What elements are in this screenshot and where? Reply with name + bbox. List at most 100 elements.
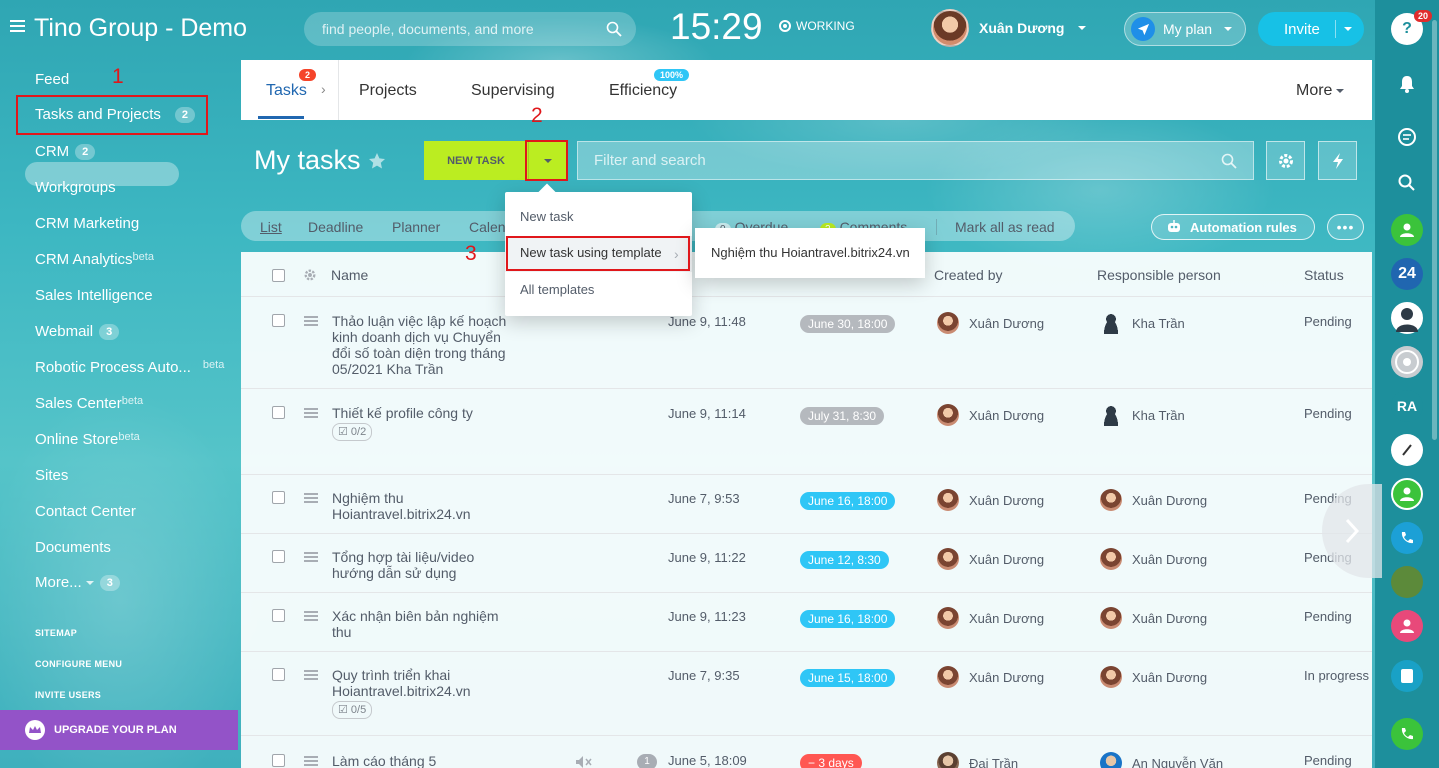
group-avatar-icon[interactable]: [1391, 346, 1423, 378]
column-created-by[interactable]: Created by: [934, 267, 1002, 283]
menu-item-sales-intelligence[interactable]: Sales Intelligence: [35, 287, 153, 304]
tab-tasks[interactable]: Tasks: [266, 82, 307, 100]
created-by[interactable]: Xuân Dương: [937, 312, 1044, 334]
view-list[interactable]: List: [260, 219, 282, 235]
task-name-block[interactable]: Thiết kế profile công ty ☑ 0/2: [332, 405, 517, 441]
menu-item-sales-center[interactable]: Sales Centerbeta: [35, 395, 143, 412]
drag-handle-icon[interactable]: [304, 408, 318, 418]
responsible-person[interactable]: Kha Trần: [1100, 404, 1185, 426]
my-plan-button[interactable]: My plan: [1124, 12, 1246, 46]
deadline-badge[interactable]: June 30, 18:00: [800, 315, 896, 333]
drag-handle-icon[interactable]: [304, 316, 318, 326]
table-row[interactable]: Xác nhận biên bản nghiệm thu June 9, 11:…: [241, 593, 1372, 652]
call-icon[interactable]: [1391, 718, 1423, 750]
pen-avatar-icon[interactable]: [1391, 434, 1423, 466]
menu-item-sites[interactable]: Sites: [35, 467, 68, 484]
responsible-person[interactable]: Xuân Dương: [1100, 666, 1207, 688]
contact-avatar-icon[interactable]: [1391, 478, 1423, 510]
menu-item-robotic-process-automation[interactable]: Robotic Process Auto... beta: [35, 359, 224, 376]
row-checkbox[interactable]: [272, 406, 285, 419]
responsible-person[interactable]: Kha Trần: [1100, 312, 1185, 334]
tab-efficiency[interactable]: Efficiency: [609, 82, 677, 100]
table-row[interactable]: Nghiệm thu Hoiantravel.bitrix24.vn June …: [241, 475, 1372, 534]
invite-button[interactable]: Invite: [1258, 12, 1364, 46]
row-checkbox[interactable]: [272, 314, 285, 327]
drag-handle-icon[interactable]: [304, 493, 318, 503]
filter-search[interactable]: [577, 141, 1254, 180]
search-icon[interactable]: [1221, 153, 1237, 169]
user-menu[interactable]: Xuân Dương: [931, 9, 1087, 47]
global-search-input[interactable]: [304, 12, 636, 46]
created-by[interactable]: Xuân Dương: [937, 404, 1044, 426]
menu-item-more[interactable]: More... 3: [35, 574, 120, 592]
contact-avatar-icon[interactable]: [1391, 214, 1423, 246]
search-icon[interactable]: [606, 21, 622, 37]
quick-actions-button[interactable]: [1318, 141, 1357, 180]
menu-item-feed[interactable]: Feed: [35, 71, 69, 88]
drag-handle-icon[interactable]: [304, 611, 318, 621]
template-item[interactable]: Nghiệm thu Hoiantravel.bitrix24.vn: [711, 245, 910, 260]
chat-icon[interactable]: [1391, 121, 1423, 153]
gear-icon[interactable]: [303, 268, 317, 282]
tab-projects[interactable]: Projects: [359, 82, 417, 100]
bell-icon[interactable]: [1391, 68, 1423, 100]
filter-search-input[interactable]: [578, 142, 1253, 179]
work-status[interactable]: WORKING: [779, 19, 855, 33]
configure-menu-link[interactable]: CONFIGURE MENU: [35, 659, 122, 669]
new-task-button[interactable]: NEW TASK: [424, 141, 528, 180]
settings-button[interactable]: [1266, 141, 1305, 180]
menu-item-contact-center[interactable]: Contact Center: [35, 503, 136, 520]
chevron-down-icon[interactable]: [1344, 27, 1352, 31]
user-avatar-icon[interactable]: [1391, 302, 1423, 334]
star-icon[interactable]: [367, 151, 387, 171]
menu-item-webmail[interactable]: Webmail 3: [35, 323, 120, 341]
menu-item-crm-marketing[interactable]: CRM Marketing: [35, 215, 139, 232]
row-checkbox[interactable]: [272, 668, 285, 681]
responsible-person[interactable]: Xuân Dương: [1100, 548, 1207, 570]
more-options-button[interactable]: •••: [1327, 214, 1364, 240]
task-name[interactable]: Quy trình triển khai Hoiantravel.bitrix2…: [332, 667, 492, 699]
deadline-badge[interactable]: July 31, 8:30: [800, 407, 885, 425]
menu-item-workgroups[interactable]: Workgroups: [35, 179, 116, 196]
row-checkbox[interactable]: [272, 491, 285, 504]
deadline-badge[interactable]: − 3 days: [800, 754, 862, 768]
upgrade-plan-button[interactable]: UPGRADE YOUR PLAN: [0, 710, 238, 750]
row-checkbox[interactable]: [272, 609, 285, 622]
view-deadline[interactable]: Deadline: [308, 219, 363, 235]
invite-users-link[interactable]: INVITE USERS: [35, 690, 101, 700]
menu-item-online-store[interactable]: Online Storebeta: [35, 431, 140, 448]
contact-avatar-icon[interactable]: [1391, 610, 1423, 642]
table-row[interactable]: Tổng hợp tài liệu/video hướng dẫn sử dụn…: [241, 534, 1372, 593]
table-row[interactable]: Làm cáo tháng 5 1 June 5, 18:09 − 3 days…: [241, 736, 1372, 768]
table-row[interactable]: Thảo luận việc lập kế hoạch kinh doanh d…: [241, 297, 1372, 389]
task-name[interactable]: Xác nhận biên bản nghiệm thu: [332, 608, 507, 640]
column-status[interactable]: Status: [1304, 267, 1344, 283]
automation-rules-button[interactable]: Automation rules: [1151, 214, 1315, 240]
deadline-badge[interactable]: June 16, 18:00: [800, 610, 896, 628]
task-name[interactable]: Làm cáo tháng 5: [332, 753, 517, 768]
menu-item-documents[interactable]: Documents: [35, 539, 111, 556]
task-name[interactable]: Tổng hợp tài liệu/video hướng dẫn sử dụn…: [332, 549, 492, 581]
portal-title[interactable]: Tino Group - Demo: [34, 14, 247, 43]
created-by[interactable]: Xuân Dương: [937, 489, 1044, 511]
deadline-badge[interactable]: June 16, 18:00: [800, 492, 896, 510]
menu-item-crm[interactable]: CRM 2: [35, 143, 96, 161]
menu-all-templates[interactable]: All templates: [520, 282, 594, 297]
select-all-checkbox[interactable]: [272, 269, 285, 282]
column-name[interactable]: Name: [331, 267, 368, 283]
sitemap-link[interactable]: SITEMAP: [35, 628, 77, 638]
photo-avatar-icon[interactable]: [1391, 566, 1423, 598]
brand-avatar-icon[interactable]: RA: [1391, 390, 1423, 422]
menu-burger-icon[interactable]: [10, 20, 25, 33]
created-by[interactable]: Xuân Dương: [937, 607, 1044, 629]
created-by[interactable]: Xuân Dương: [937, 666, 1044, 688]
responsible-person[interactable]: Xuân Dương: [1100, 489, 1207, 511]
task-name-block[interactable]: Quy trình triển khai Hoiantravel.bitrix2…: [332, 667, 492, 719]
menu-item-crm-analytics[interactable]: CRM Analyticsbeta: [35, 251, 154, 268]
search-icon[interactable]: [1391, 167, 1423, 199]
task-name[interactable]: Thiết kế profile công ty: [332, 405, 517, 421]
drag-handle-icon[interactable]: [304, 756, 318, 766]
deadline-badge[interactable]: June 15, 18:00: [800, 669, 896, 687]
row-checkbox[interactable]: [272, 754, 285, 767]
phone-icon[interactable]: [1391, 522, 1423, 554]
